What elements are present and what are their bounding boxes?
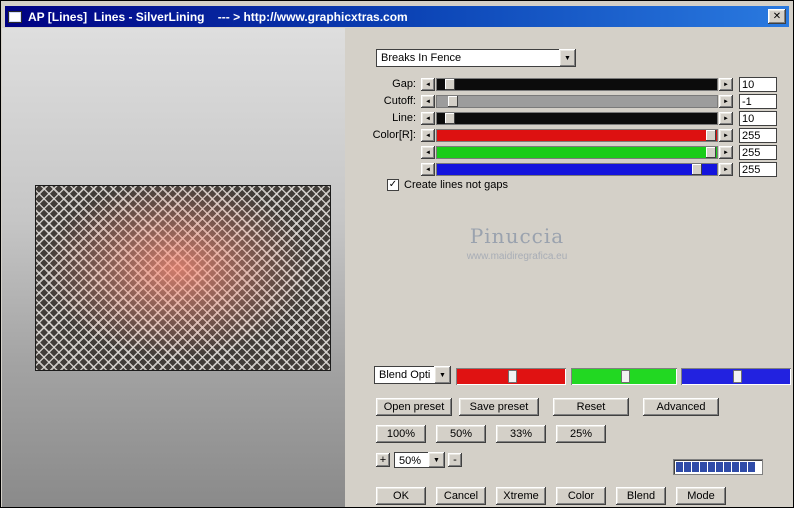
chevron-down-icon[interactable]: ▼ bbox=[428, 452, 445, 468]
preset-dropdown[interactable]: Breaks In Fence ▼ bbox=[376, 49, 576, 67]
open-preset-button[interactable]: Open preset bbox=[376, 398, 452, 416]
gap-slider-thumb[interactable] bbox=[445, 79, 456, 90]
line-value-field[interactable] bbox=[739, 111, 777, 126]
zoom-50-button[interactable]: 50% bbox=[436, 425, 486, 443]
cutoff-slider-track[interactable] bbox=[436, 95, 718, 108]
ok-button[interactable]: OK bbox=[376, 487, 426, 505]
control-panel: Breaks In Fence ▼ Gap: ◄ ► Cutoff: ◄ ► L… bbox=[346, 28, 793, 507]
preview-area bbox=[2, 28, 345, 507]
slider-row-color-b: ◄ ► bbox=[346, 162, 793, 177]
cancel-button[interactable]: Cancel bbox=[436, 487, 486, 505]
blend-blue-slider[interactable] bbox=[681, 368, 791, 385]
slider-label: Color[R]: bbox=[372, 129, 416, 141]
arrow-left-icon[interactable]: ◄ bbox=[421, 146, 435, 159]
color-b-slider-thumb[interactable] bbox=[691, 164, 702, 175]
mode-button[interactable]: Mode bbox=[676, 487, 726, 505]
zoom-33-button[interactable]: 33% bbox=[496, 425, 546, 443]
color-g-value-field[interactable] bbox=[739, 145, 777, 160]
watermark: Pinuccia www.maidiregrafica.eu bbox=[406, 224, 628, 262]
arrow-left-icon[interactable]: ◄ bbox=[421, 78, 435, 91]
progress-segment bbox=[732, 462, 739, 472]
blend-blue-slider-thumb[interactable] bbox=[732, 370, 742, 383]
arrow-right-icon[interactable]: ► bbox=[719, 95, 733, 108]
slider-label: Gap: bbox=[392, 78, 416, 90]
blend-button[interactable]: Blend bbox=[616, 487, 666, 505]
progress-segment bbox=[676, 462, 683, 472]
cutoff-value-field[interactable] bbox=[739, 94, 777, 109]
reset-button[interactable]: Reset bbox=[553, 398, 629, 416]
blend-red-slider-thumb[interactable] bbox=[507, 370, 517, 383]
progress-segment bbox=[684, 462, 691, 472]
arrow-right-icon[interactable]: ► bbox=[719, 78, 733, 91]
titlebar: AP [Lines] Lines - SilverLining --- > ht… bbox=[5, 6, 789, 27]
zoom-out-button[interactable]: - bbox=[448, 453, 462, 467]
progress-segment bbox=[740, 462, 747, 472]
slider-label: Cutoff: bbox=[383, 95, 416, 107]
slider-row-color-g: ◄ ► bbox=[346, 145, 793, 160]
arrow-right-icon[interactable]: ► bbox=[719, 163, 733, 176]
zoom-level-dropdown[interactable]: 50% ▼ bbox=[394, 452, 445, 468]
watermark-url: www.maidiregrafica.eu bbox=[466, 251, 568, 262]
blend-green-slider[interactable] bbox=[571, 368, 677, 385]
app-icon bbox=[8, 10, 22, 23]
progress-segment bbox=[716, 462, 723, 472]
progress-segment bbox=[724, 462, 731, 472]
slider-label: Line: bbox=[392, 112, 416, 124]
zoom-100-button[interactable]: 100% bbox=[376, 425, 426, 443]
color-g-slider-thumb[interactable] bbox=[705, 147, 716, 158]
color-b-slider-track[interactable] bbox=[436, 163, 718, 176]
create-lines-checkbox[interactable]: ✓ bbox=[387, 178, 399, 191]
color-g-slider-track[interactable] bbox=[436, 146, 718, 159]
dialog-window: AP [Lines] Lines - SilverLining --- > ht… bbox=[0, 0, 794, 508]
save-preset-button[interactable]: Save preset bbox=[459, 398, 539, 416]
xtreme-button[interactable]: Xtreme bbox=[496, 487, 546, 505]
arrow-left-icon[interactable]: ◄ bbox=[421, 163, 435, 176]
arrow-right-icon[interactable]: ► bbox=[719, 112, 733, 125]
create-lines-checkbox-row: ✓ Create lines not gaps bbox=[387, 178, 508, 191]
arrow-right-icon[interactable]: ► bbox=[719, 146, 733, 159]
color-r-slider-track[interactable] bbox=[436, 129, 718, 142]
progress-segment bbox=[708, 462, 715, 472]
blend-options-value[interactable]: Blend Opti bbox=[374, 366, 434, 384]
advanced-button[interactable]: Advanced bbox=[643, 398, 719, 416]
slider-row-cutoff: Cutoff: ◄ ► bbox=[346, 94, 793, 109]
slider-row-line: Line: ◄ ► bbox=[346, 111, 793, 126]
slider-row-gap: Gap: ◄ ► bbox=[346, 77, 793, 92]
zoom-level-value[interactable]: 50% bbox=[394, 452, 428, 468]
create-lines-checkbox-label: Create lines not gaps bbox=[404, 178, 508, 191]
preview-image[interactable] bbox=[35, 185, 331, 371]
blend-red-slider[interactable] bbox=[456, 368, 566, 385]
watermark-name: Pinuccia bbox=[469, 224, 565, 248]
close-button[interactable]: ✕ bbox=[768, 9, 786, 24]
blend-green-slider-thumb[interactable] bbox=[620, 370, 630, 383]
line-slider-thumb[interactable] bbox=[445, 113, 456, 124]
progress-bar bbox=[673, 459, 763, 475]
color-b-value-field[interactable] bbox=[739, 162, 777, 177]
slider-row-color-r: Color[R]: ◄ ► bbox=[346, 128, 793, 143]
line-slider-track[interactable] bbox=[436, 112, 718, 125]
progress-segment bbox=[692, 462, 699, 472]
color-button[interactable]: Color bbox=[556, 487, 606, 505]
arrow-left-icon[interactable]: ◄ bbox=[421, 129, 435, 142]
chevron-down-icon[interactable]: ▼ bbox=[559, 49, 576, 67]
preset-dropdown-value[interactable]: Breaks In Fence bbox=[376, 49, 559, 67]
arrow-left-icon[interactable]: ◄ bbox=[421, 95, 435, 108]
arrow-left-icon[interactable]: ◄ bbox=[421, 112, 435, 125]
gap-value-field[interactable] bbox=[739, 77, 777, 92]
chevron-down-icon[interactable]: ▼ bbox=[434, 366, 451, 384]
zoom-25-button[interactable]: 25% bbox=[556, 425, 606, 443]
progress-segment bbox=[700, 462, 707, 472]
gap-slider-track[interactable] bbox=[436, 78, 718, 91]
zoom-in-button[interactable]: + bbox=[376, 453, 390, 467]
arrow-right-icon[interactable]: ► bbox=[719, 129, 733, 142]
color-r-value-field[interactable] bbox=[739, 128, 777, 143]
window-title: AP [Lines] Lines - SilverLining --- > ht… bbox=[28, 9, 408, 24]
color-r-slider-thumb[interactable] bbox=[705, 130, 716, 141]
blend-options-dropdown[interactable]: Blend Opti ▼ bbox=[374, 366, 451, 384]
progress-segment bbox=[748, 462, 755, 472]
cutoff-slider-thumb[interactable] bbox=[448, 96, 459, 107]
